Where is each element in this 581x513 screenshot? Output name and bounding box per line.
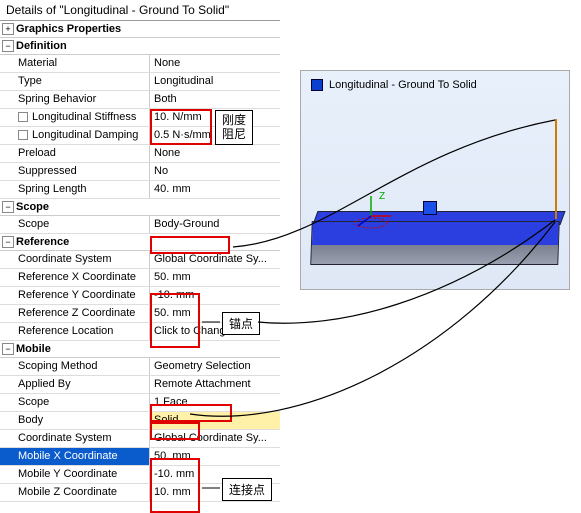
section-mobile[interactable]: − Mobile (0, 341, 280, 358)
annotation-stiffness: 刚度 阻尼 (215, 110, 253, 145)
row-behavior[interactable]: Spring BehaviorBoth (0, 91, 280, 109)
legend-swatch (311, 79, 323, 91)
checkbox-icon[interactable] (18, 130, 28, 140)
collapse-icon[interactable]: − (2, 343, 14, 355)
row-suppressed[interactable]: SuppressedNo (0, 163, 280, 181)
row-mob-method[interactable]: Scoping MethodGeometry Selection (0, 358, 280, 376)
legend: Longitudinal - Ground To Solid (311, 79, 477, 91)
row-length[interactable]: Spring Length40. mm (0, 181, 280, 199)
row-ref-cs[interactable]: Coordinate SystemGlobal Coordinate Sy... (0, 251, 280, 269)
collapse-icon[interactable]: − (2, 201, 14, 213)
details-panel: Details of "Longitudinal - Ground To Sol… (0, 0, 280, 502)
row-mob-body[interactable]: BodySolid (0, 412, 280, 430)
row-ref-x[interactable]: Reference X Coordinate50. mm (0, 269, 280, 287)
triad-icon (356, 201, 396, 241)
legend-label: Longitudinal - Ground To Solid (329, 79, 477, 91)
origin-tag-icon (423, 201, 437, 215)
row-preload[interactable]: PreloadNone (0, 145, 280, 163)
row-mob-cs[interactable]: Coordinate SystemGlobal Coordinate Sy... (0, 430, 280, 448)
row-material[interactable]: MaterialNone (0, 55, 280, 73)
row-mob-scope[interactable]: Scope1 Face (0, 394, 280, 412)
section-definition[interactable]: − Definition (0, 38, 280, 55)
panel-title: Details of "Longitudinal - Ground To Sol… (0, 0, 280, 21)
spring-line (555, 119, 557, 219)
section-graphics[interactable]: + Graphics Properties (0, 21, 280, 38)
expand-icon[interactable]: + (2, 23, 14, 35)
section-scope[interactable]: − Scope (0, 199, 280, 216)
row-mob-x[interactable]: Mobile X Coordinate50. mm (0, 448, 280, 466)
section-reference[interactable]: − Reference (0, 234, 280, 251)
row-mob-applied[interactable]: Applied ByRemote Attachment (0, 376, 280, 394)
annotation-connect: 连接点 (222, 478, 272, 501)
row-ref-y[interactable]: Reference Y Coordinate-10. mm (0, 287, 280, 305)
collapse-icon[interactable]: − (2, 40, 14, 52)
annotation-anchor: 锚点 (222, 312, 260, 335)
checkbox-icon[interactable] (18, 112, 28, 122)
solid-body (310, 221, 560, 265)
row-scope[interactable]: ScopeBody-Ground (0, 216, 280, 234)
row-type[interactable]: TypeLongitudinal (0, 73, 280, 91)
viewport-3d[interactable]: Longitudinal - Ground To Solid Z (300, 70, 570, 290)
collapse-icon[interactable]: − (2, 236, 14, 248)
